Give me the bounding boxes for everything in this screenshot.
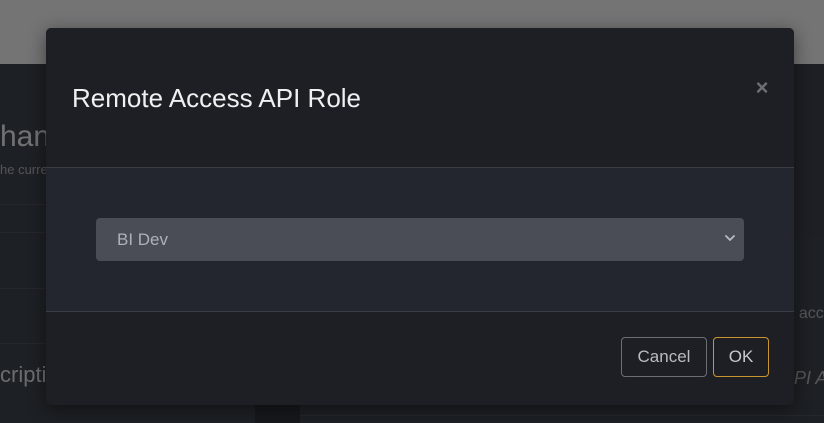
- modal-footer: Cancel OK: [46, 311, 794, 405]
- role-select[interactable]: BI Dev: [96, 218, 744, 261]
- role-select-value: BI Dev: [117, 230, 169, 249]
- modal-title: Remote Access API Role: [72, 83, 362, 113]
- remote-access-api-role-dialog: Remote Access API Role × BI Dev Cancel O…: [46, 28, 794, 405]
- close-icon[interactable]: ×: [750, 76, 774, 100]
- modal-body: BI Dev: [46, 168, 794, 311]
- chevron-down-icon: [725, 235, 735, 241]
- ok-button[interactable]: OK: [713, 337, 769, 377]
- cancel-button[interactable]: Cancel: [621, 337, 707, 377]
- modal-header: Remote Access API Role ×: [46, 28, 794, 168]
